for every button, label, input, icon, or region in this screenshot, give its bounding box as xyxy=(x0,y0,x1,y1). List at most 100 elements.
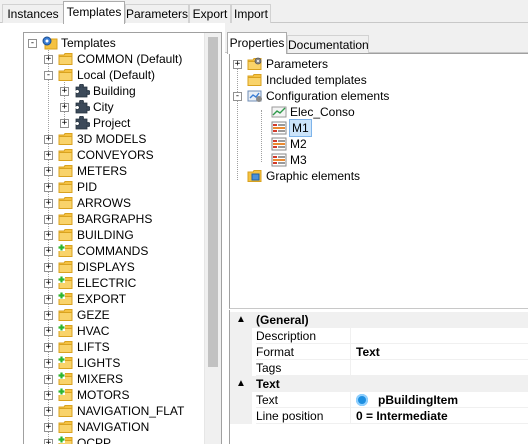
property-name: Line position xyxy=(256,408,350,424)
expand-icon[interactable]: + xyxy=(44,279,53,288)
property-name: Tags xyxy=(256,360,350,376)
folder-plus-icon xyxy=(58,244,74,258)
property-value[interactable] xyxy=(350,360,528,376)
templates-panel: - Templates + COMMON (Default) - Local (Defau… xyxy=(0,23,225,444)
property-name: Text xyxy=(256,392,350,408)
tree-item-label: CONVEYORS xyxy=(77,148,154,162)
templates-folder-icon xyxy=(42,36,58,50)
element-icon xyxy=(271,121,287,135)
tab-parameters[interactable]: Parameters xyxy=(125,4,189,23)
tree-scrollbar-thumb[interactable] xyxy=(208,37,218,367)
tree-item-label: COMMON (Default) xyxy=(77,52,183,66)
expand-icon[interactable]: + xyxy=(44,343,53,352)
property-value[interactable]: 0 = Intermediate xyxy=(350,408,528,424)
expand-icon[interactable]: + xyxy=(233,60,242,69)
tree-guide-line xyxy=(64,79,65,119)
folder-icon xyxy=(58,68,74,82)
tab-properties[interactable]: Properties xyxy=(227,32,287,54)
templates-tree[interactable]: - Templates + COMMON (Default) - Local (Defau… xyxy=(23,32,222,444)
property-row-line-position[interactable]: Line position 0 = Intermediate xyxy=(230,408,528,424)
property-grid[interactable]: ▲ (General) Description Format Text Tags… xyxy=(229,310,528,444)
tab-export[interactable]: Export xyxy=(189,4,231,23)
element-icon xyxy=(271,153,287,167)
expand-icon[interactable]: + xyxy=(44,295,53,304)
property-row-tags[interactable]: Tags xyxy=(230,360,528,376)
structure-item-label: M3 xyxy=(290,153,307,167)
expand-icon[interactable]: + xyxy=(44,359,53,368)
folder-plus-icon xyxy=(58,356,74,370)
category-label: (General) xyxy=(256,313,309,327)
tree-item-label: Templates xyxy=(61,36,116,50)
structure-item-label: M2 xyxy=(290,137,307,151)
expand-icon[interactable]: + xyxy=(60,119,69,128)
expand-icon[interactable]: + xyxy=(44,167,53,176)
tree-item-label: EXPORT xyxy=(77,292,127,306)
expand-icon[interactable]: + xyxy=(44,183,53,192)
expand-icon[interactable]: + xyxy=(44,135,53,144)
tree-scrollbar[interactable] xyxy=(204,33,221,444)
expand-icon[interactable]: + xyxy=(44,311,53,320)
tree-item-label: NAVIGATION_FLAT xyxy=(77,404,185,418)
collapse-icon[interactable]: ▲ xyxy=(230,312,252,328)
collapse-icon[interactable]: ▲ xyxy=(230,376,252,392)
structure-item-label: Parameters xyxy=(266,57,329,71)
expand-icon[interactable]: + xyxy=(44,151,53,160)
property-value[interactable]: Text xyxy=(350,344,528,360)
expand-icon[interactable]: + xyxy=(44,215,53,224)
tab-documentation[interactable]: Documentation xyxy=(287,35,369,53)
tree-item-label: City xyxy=(93,100,114,114)
tree-item-label: LIFTS xyxy=(77,340,110,354)
tree-guide-line xyxy=(237,68,238,180)
property-value[interactable]: pBuildingItem xyxy=(350,392,528,408)
collapse-icon[interactable]: - xyxy=(233,92,242,101)
puzzle-icon xyxy=(74,83,91,98)
collapse-icon[interactable]: - xyxy=(28,39,37,48)
property-row-description[interactable]: Description xyxy=(230,328,528,344)
folder-icon xyxy=(58,180,74,194)
tree-item-label: HVAC xyxy=(77,324,110,338)
folder-icon xyxy=(58,420,74,434)
property-row-text[interactable]: Text pBuildingItem xyxy=(230,392,528,408)
structure-item-label: Elec_Conso xyxy=(290,105,355,119)
expand-icon[interactable]: + xyxy=(60,87,69,96)
graphic-elements-icon xyxy=(247,169,263,183)
folder-plus-icon xyxy=(58,388,74,402)
tree-item-label: MOTORS xyxy=(77,388,130,402)
tree-item-label: 3D MODELS xyxy=(77,132,147,146)
tree-item-label: BARGRAPHS xyxy=(77,212,153,226)
expand-icon[interactable]: + xyxy=(44,263,53,272)
structure-item-label: Configuration elements xyxy=(266,89,390,103)
collapse-icon[interactable]: - xyxy=(44,71,53,80)
expand-icon[interactable]: + xyxy=(44,407,53,416)
row-gutter xyxy=(230,344,252,360)
tree-item-label: GEZE xyxy=(77,308,110,322)
folder-plus-icon xyxy=(58,292,74,306)
category-general[interactable]: ▲ (General) xyxy=(230,312,528,328)
tree-item-label: PID xyxy=(77,180,98,194)
tab-templates[interactable]: Templates xyxy=(63,1,125,24)
expand-icon[interactable]: + xyxy=(44,375,53,384)
expand-icon[interactable]: + xyxy=(44,231,53,240)
expand-icon[interactable]: + xyxy=(44,439,53,444)
tab-import[interactable]: Import xyxy=(231,4,271,23)
expand-icon[interactable]: + xyxy=(44,423,53,432)
template-structure-tree[interactable]: + Parameters Included templates - Configurat… xyxy=(229,53,528,309)
expand-icon[interactable]: + xyxy=(44,391,53,400)
property-row-format[interactable]: Format Text xyxy=(230,344,528,360)
expand-icon[interactable]: + xyxy=(60,103,69,112)
expand-icon[interactable]: + xyxy=(44,55,53,64)
property-value[interactable] xyxy=(350,328,528,344)
folder-icon xyxy=(58,148,74,162)
expand-icon[interactable]: + xyxy=(44,199,53,208)
expand-icon[interactable]: + xyxy=(44,247,53,256)
tab-instances[interactable]: Instances xyxy=(2,4,64,23)
folder-icon xyxy=(58,308,74,322)
tree-item-label: Local (Default) xyxy=(77,68,156,82)
expand-icon[interactable]: + xyxy=(44,327,53,336)
row-gutter xyxy=(230,328,252,344)
tree-item-label: BUILDING xyxy=(77,228,134,242)
category-text[interactable]: ▲ Text xyxy=(230,376,528,392)
tree-item-label: LIGHTS xyxy=(77,356,121,370)
row-gutter xyxy=(230,360,252,376)
structure-item-label: Included templates xyxy=(266,73,367,87)
